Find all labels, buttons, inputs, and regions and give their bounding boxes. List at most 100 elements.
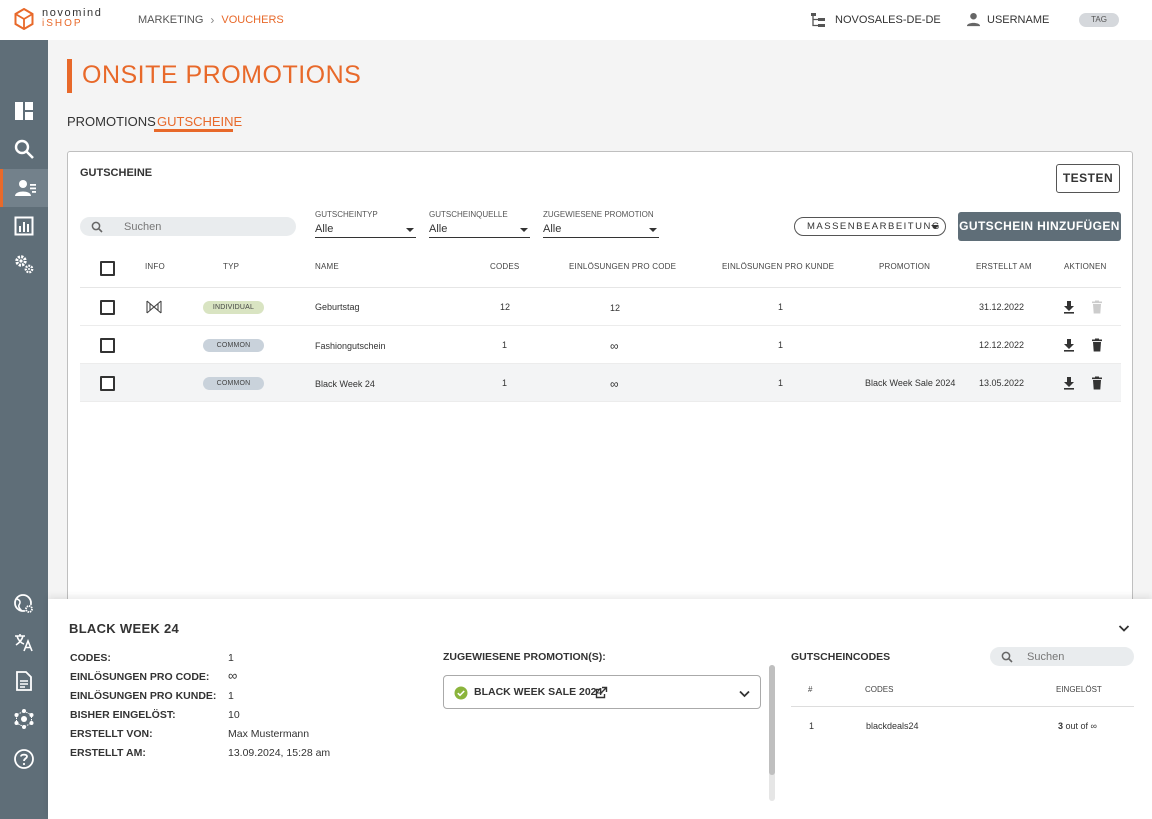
delete-button[interactable] (1090, 376, 1104, 390)
table-row[interactable]: COMMON Fashiongutschein 1 ∞ 1 12.12.2022 (80, 326, 1121, 364)
column-header-info[interactable]: INFO (145, 262, 165, 271)
scrollbar-thumb[interactable] (769, 665, 775, 775)
codes-search-input[interactable]: Suchen (990, 647, 1134, 666)
row-checkbox[interactable] (100, 300, 115, 315)
sidebar-item-network[interactable] (0, 700, 48, 738)
search-icon (14, 139, 34, 159)
table-row[interactable]: INDIVIDUAL Geburtstag 12 12 1 31.12.2022 (80, 288, 1121, 326)
search-placeholder: Suchen (124, 220, 162, 233)
translate-icon (15, 634, 33, 652)
voucher-detail-panel: BLACK WEEK 24 CODES: 1 EINLÖSUNGEN PRO C… (48, 599, 1152, 819)
logo[interactable]: novomind iSHOP (14, 8, 103, 30)
column-header-codes[interactable]: CODES (490, 262, 519, 271)
codes-value: 12 (500, 302, 511, 312)
add-voucher-button[interactable]: GUTSCHEIN HINZUFÜGEN (958, 212, 1121, 241)
column-header-created[interactable]: ERSTELLT AM (976, 262, 1032, 271)
codes-column-redeemed: EINGELÖST (1056, 685, 1102, 694)
detail-label-per-customer: EINLÖSUNGEN PRO KUNDE: (70, 690, 217, 702)
breadcrumb-vouchers[interactable]: VOUCHERS (221, 14, 283, 26)
sidebar-item-reports[interactable] (0, 207, 48, 245)
voucher-name: Fashiongutschein (315, 341, 386, 351)
filter-label: GUTSCHEINQUELLE (429, 210, 508, 219)
per-customer-value: 1 (778, 378, 784, 388)
select-all-checkbox[interactable] (100, 261, 115, 276)
chevron-down-icon[interactable] (738, 687, 751, 700)
filter-zugewiesene-promotion[interactable]: ZUGEWIESENE PROMOTION Alle (543, 210, 659, 238)
breadcrumb-marketing[interactable]: MARKETING (138, 14, 203, 26)
sidebar-item-dashboard[interactable] (0, 92, 48, 130)
tab-promotions[interactable]: PROMOTIONS (67, 114, 156, 129)
logo-text: novomind (42, 7, 103, 19)
collapse-chevron-icon[interactable] (1117, 621, 1131, 635)
download-button[interactable] (1062, 338, 1076, 352)
filter-gutscheintyp[interactable]: GUTSCHEINTYP Alle (315, 210, 416, 238)
novomind-logo-icon (14, 8, 34, 30)
scrollbar[interactable] (769, 665, 775, 801)
shop-selector[interactable]: NOVOSALES-DE-DE (810, 12, 941, 28)
document-icon (16, 671, 32, 691)
detail-value-per-code: ∞ (228, 668, 238, 683)
detail-label-created-at: ERSTELLT AM: (70, 747, 146, 759)
column-header-name[interactable]: NAME (315, 262, 339, 271)
breadcrumb: MARKETING › VOUCHERS (138, 13, 284, 27)
detail-label-redeemed: BISHER EINGELÖST: (70, 709, 176, 721)
sidebar-item-help[interactable] (0, 740, 48, 778)
column-header-actions: AKTIONEN (1064, 262, 1107, 271)
voucher-name: Black Week 24 (315, 379, 375, 389)
column-header-per-code[interactable]: EINLÖSUNGEN PRO CODE (569, 262, 676, 271)
logo-subtext: iSHOP (42, 18, 83, 29)
table-row[interactable]: COMMON Black Week 24 1 ∞ 1 Black Week Sa… (80, 364, 1121, 402)
sidebar-item-customers[interactable] (0, 169, 48, 207)
tag-badge: TAG (1079, 13, 1119, 27)
type-badge: INDIVIDUAL (203, 301, 264, 314)
sidebar-item-world-settings[interactable] (0, 585, 48, 623)
download-button[interactable] (1062, 300, 1076, 314)
detail-title: BLACK WEEK 24 (69, 621, 180, 636)
filter-gutscheinquelle[interactable]: GUTSCHEINQUELLE Alle (429, 210, 530, 238)
sidebar-item-settings[interactable] (0, 245, 48, 283)
created-date: 12.12.2022 (979, 340, 1025, 350)
per-customer-value: 1 (778, 340, 784, 350)
download-icon (1064, 339, 1074, 352)
check-circle-icon (454, 686, 468, 700)
column-header-type[interactable]: TYP (223, 262, 239, 271)
row-checkbox[interactable] (100, 376, 115, 391)
tab-gutscheine[interactable]: GUTSCHEINE (157, 114, 242, 129)
codes-column-number: # (808, 685, 813, 694)
delete-button[interactable] (1090, 338, 1104, 352)
per-code-value: 12 (610, 303, 621, 313)
filter-label: GUTSCHEINTYP (315, 210, 378, 219)
download-button[interactable] (1062, 376, 1076, 390)
search-input[interactable]: Suchen (80, 217, 296, 236)
column-header-promotion[interactable]: PROMOTION (879, 262, 930, 271)
filter-value[interactable]: Alle (543, 223, 659, 238)
user-menu[interactable]: USERNAME (966, 12, 1049, 27)
code-row-code: blackdeals24 (866, 721, 919, 731)
username: USERNAME (987, 13, 1050, 26)
redeemed-rest: out of ∞ (1063, 721, 1097, 731)
filter-value[interactable]: Alle (429, 223, 530, 238)
bulk-edit-dropdown[interactable]: MASSENBEARBEITUNG (794, 217, 946, 236)
promotion-value[interactable]: Black Week Sale 2024 (865, 378, 955, 388)
codes-value: 1 (502, 340, 508, 350)
assigned-promotion-item[interactable]: BLACK WEEK SALE 2024 (443, 675, 761, 709)
sidebar-item-documents[interactable] (0, 662, 48, 700)
filter-value[interactable]: Alle (315, 223, 416, 238)
network-icon (14, 709, 34, 729)
row-checkbox[interactable] (100, 338, 115, 353)
codes-value: 1 (502, 378, 508, 388)
table-header: INFO TYP NAME CODES EINLÖSUNGEN PRO CODE… (80, 252, 1121, 288)
codes-table-header: # CODES EINGELÖST (791, 676, 1134, 707)
column-header-per-customer[interactable]: EINLÖSUNGEN PRO KUNDE (722, 262, 834, 271)
sidebar-item-translate[interactable] (0, 623, 48, 661)
external-link-icon[interactable] (595, 686, 608, 699)
sidebar-item-search[interactable] (0, 130, 48, 168)
test-button[interactable]: TESTEN (1056, 164, 1120, 193)
title-accent-bar (67, 59, 72, 93)
detail-value-codes: 1 (228, 652, 234, 664)
detail-value-redeemed: 10 (228, 709, 240, 721)
assigned-promotion-name: BLACK WEEK SALE 2024 (474, 686, 603, 698)
chevron-right-icon: › (210, 13, 215, 27)
delete-button[interactable] (1090, 300, 1104, 314)
created-date: 13.05.2022 (979, 378, 1025, 388)
